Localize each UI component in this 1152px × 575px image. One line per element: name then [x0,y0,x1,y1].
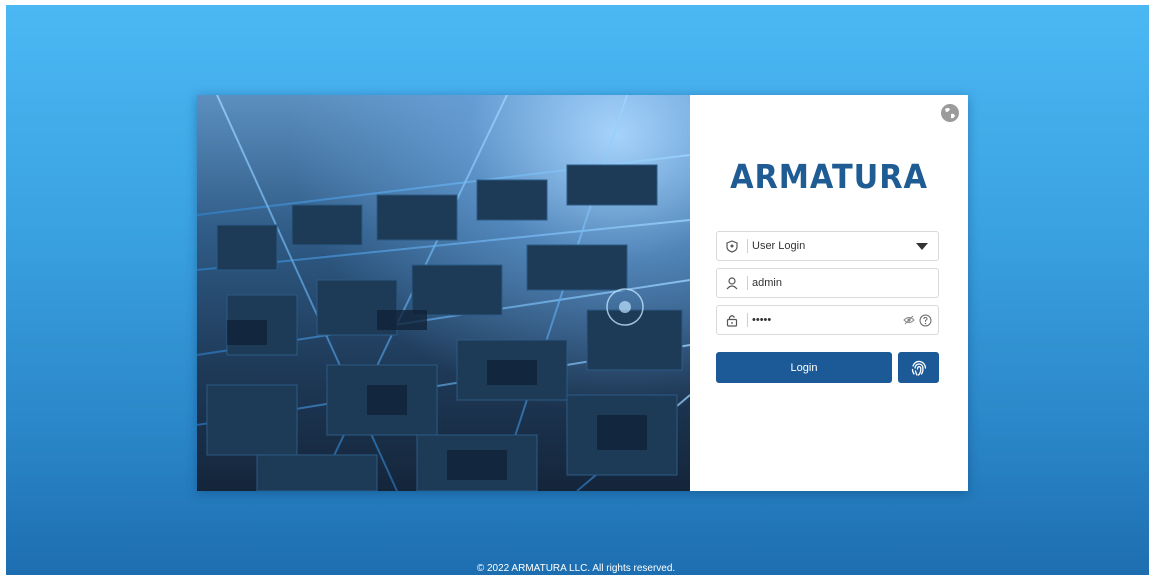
login-type-value: User Login [752,240,806,252]
shield-icon [717,239,747,253]
field-separator [747,276,748,290]
field-separator [747,239,748,253]
password-field[interactable] [716,305,939,335]
login-panel: ARMATURA User Login admin Login [690,95,968,491]
login-type-select[interactable]: User Login [716,231,939,261]
field-separator [747,313,748,327]
copyright-footer: © 2022 ARMATURA LLC. All rights reserved… [476,563,676,574]
username-field[interactable] [716,268,939,298]
caret-down-icon[interactable] [916,242,928,250]
user-icon [717,276,747,290]
lock-icon [717,314,747,327]
eye-off-icon[interactable] [903,315,915,325]
login-button[interactable]: Login [716,352,892,383]
login-card: ARMATURA User Login admin Login [197,95,968,491]
brand-logo: ARMATURA [730,157,928,196]
password-input[interactable] [752,314,903,326]
city-hero-image [197,95,690,491]
question-circle-icon[interactable] [919,314,932,327]
fingerprint-icon [911,360,926,376]
globe-icon[interactable] [940,103,960,123]
fingerprint-login-button[interactable] [898,352,939,383]
username-input[interactable] [752,277,938,289]
city-illustration [197,95,690,491]
